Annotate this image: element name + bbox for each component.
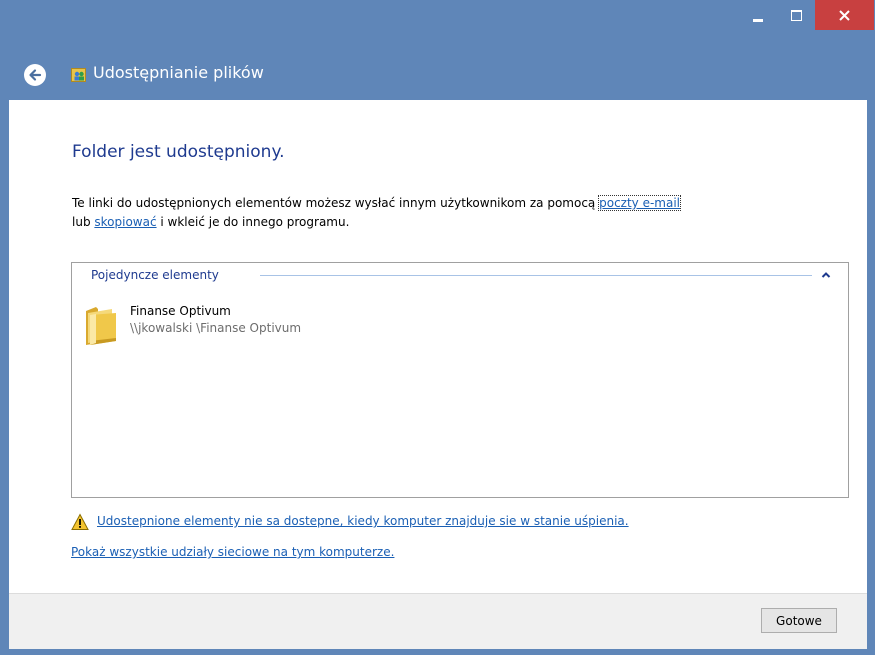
navigation-row: Udostępnianie plików bbox=[0, 50, 875, 100]
minimize-icon bbox=[753, 18, 763, 22]
group-divider bbox=[260, 275, 812, 276]
close-icon bbox=[839, 9, 850, 21]
close-button[interactable] bbox=[815, 0, 874, 30]
description-part-1: Te linki do udostępnionych elementów moż… bbox=[72, 196, 600, 210]
item-path: \\jkowalski \Finanse Optivum bbox=[130, 321, 302, 335]
back-arrow-icon bbox=[29, 69, 42, 81]
window: Udostępnianie plików Folder jest udostęp… bbox=[0, 0, 875, 655]
back-button[interactable] bbox=[24, 64, 46, 86]
copy-link[interactable]: skopiować bbox=[94, 215, 156, 229]
description-text: Te linki do udostępnionych elementów moż… bbox=[72, 194, 852, 232]
network-shares-link[interactable]: Pokaż wszystkie udziały sieciowe na tym … bbox=[71, 545, 394, 559]
description-part-2: lub bbox=[72, 215, 95, 229]
minimize-button[interactable] bbox=[740, 0, 776, 30]
footer: Gotowe bbox=[9, 593, 867, 649]
page-title: Folder jest udostępniony. bbox=[72, 142, 285, 162]
window-title: Udostępnianie plików bbox=[93, 63, 264, 82]
maximize-icon bbox=[790, 9, 802, 21]
group-header[interactable]: Pojedyncze elementy bbox=[72, 263, 848, 287]
description-part-3: i wkleić je do innego programu. bbox=[156, 215, 350, 229]
list-item[interactable]: Finanse Optivum \\jkowalski \Finanse Opt… bbox=[80, 301, 580, 349]
folder-icon bbox=[86, 307, 116, 345]
done-button[interactable]: Gotowe bbox=[761, 608, 837, 633]
group-label: Pojedyncze elementy bbox=[91, 268, 219, 282]
title-bar[interactable] bbox=[0, 0, 875, 50]
main-content: Folder jest udostępniony. Te linki do ud… bbox=[9, 100, 867, 593]
maximize-button[interactable] bbox=[778, 0, 814, 30]
shared-items-list[interactable]: Pojedyncze elementy Finanse Optivum \\jk… bbox=[71, 262, 849, 498]
chevron-up-icon[interactable] bbox=[820, 269, 832, 281]
item-name: Finanse Optivum bbox=[130, 304, 231, 318]
sharing-users-icon bbox=[71, 68, 86, 82]
email-link[interactable]: poczty e-mail bbox=[598, 195, 682, 211]
warning-icon bbox=[71, 513, 89, 530]
sleep-warning-link[interactable]: Udostepnione elementy nie sa dostepne, k… bbox=[97, 514, 629, 528]
